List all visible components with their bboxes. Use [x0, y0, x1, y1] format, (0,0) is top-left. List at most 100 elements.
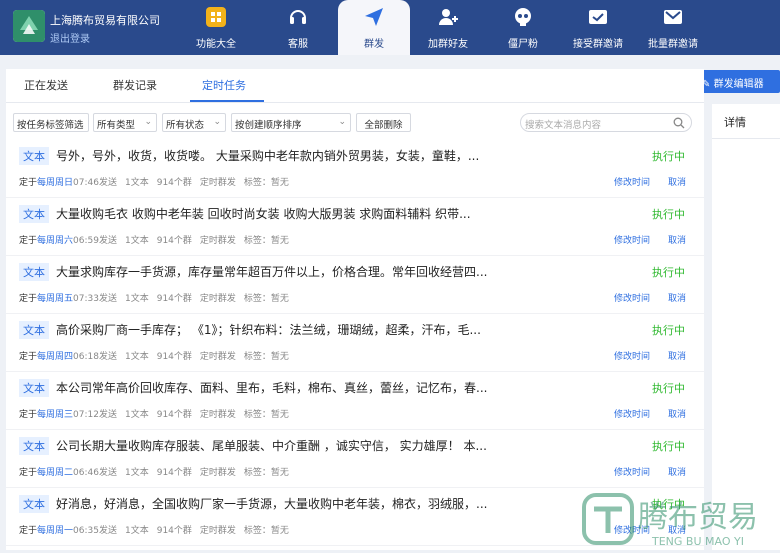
batch-invite-icon — [664, 10, 682, 24]
task-tag-label: 标签：暂无 — [243, 294, 289, 304]
tab-divider — [6, 102, 704, 103]
scheduled-prefix: 定于 — [19, 410, 38, 420]
skull-icon — [515, 8, 531, 26]
tab-records[interactable]: 群发记录 — [113, 77, 157, 93]
schedule-day: 每周周一 — [37, 526, 74, 536]
modify-time-link[interactable]: 修改时间 — [614, 349, 650, 362]
message-count: 1文本 — [124, 178, 149, 188]
cancel-link[interactable]: 取消 — [668, 349, 686, 362]
cancel-link[interactable]: 取消 — [668, 175, 686, 188]
group-count: 914个群 — [156, 236, 192, 246]
send-suffix: 发送 — [98, 352, 117, 362]
task-message-text: 公司长期大量收购库存服装、尾单服装、中介重酬 ，诚实守信， 实力雄厚！ 本... — [56, 439, 487, 453]
nav-item-broadcast[interactable]: 群发 — [338, 0, 410, 55]
scheduled-prefix: 定于 — [19, 526, 38, 536]
schedule-day: 每周周四 — [37, 352, 74, 362]
scheduled-prefix: 定于 — [19, 294, 38, 304]
delete-all-button[interactable]: 全部删除 — [356, 113, 411, 132]
send-mode: 定时群发 — [199, 178, 236, 188]
tab-sending[interactable]: 正在发送 — [24, 77, 68, 93]
search-icon — [673, 117, 685, 129]
message-type-tag: 文本 — [19, 321, 49, 339]
task-row[interactable]: 文本 大量求购库存一手货源，库存量常年超百万件以上，价格合理。常年回收经营四...… — [6, 256, 704, 314]
watermark-en: TENG BU MAO YI — [651, 535, 744, 548]
task-row[interactable]: 文本 大量收购毛衣 收购中老年装 回收时尚女装 收购大版男装 求购面料辅料 织带.… — [6, 198, 704, 256]
detail-divider — [712, 138, 780, 139]
cancel-link[interactable]: 取消 — [668, 291, 686, 304]
message-type-tag: 文本 — [19, 379, 49, 397]
task-meta: 定于每周周四06:18发送 1文本 914个群 定时群发 标签：暂无 — [19, 349, 289, 362]
message-count: 1文本 — [124, 352, 149, 362]
schedule-day: 每周周三 — [37, 410, 74, 420]
send-suffix: 发送 — [98, 468, 117, 478]
schedule-time: 07:33 — [73, 294, 99, 304]
chevron-down-icon: ⌄ — [213, 117, 221, 127]
group-count: 914个群 — [156, 178, 192, 188]
watermark-logo: 腾布贸易 TENG BU MAO YI — [580, 493, 780, 550]
sort-select[interactable]: 按创建顺序排序 ⌄ — [231, 113, 351, 132]
message-count: 1文本 — [124, 294, 149, 304]
tab-scheduled[interactable]: 定时任务 — [202, 77, 246, 93]
company-logo — [13, 10, 45, 42]
group-count: 914个群 — [156, 410, 192, 420]
nav-item-add-friends[interactable]: 加群好友 — [418, 0, 478, 55]
schedule-day: 每周周六 — [37, 236, 74, 246]
message-type-tag: 文本 — [19, 495, 49, 513]
send-suffix: 发送 — [98, 294, 117, 304]
modify-time-link[interactable]: 修改时间 — [614, 407, 650, 420]
task-row[interactable]: 文本 公司长期大量收购库存服装、尾单服装、中介重酬 ，诚实守信， 实力雄厚！ 本.… — [6, 430, 704, 488]
task-status: 执行中 — [652, 208, 685, 221]
nav-item-zombie-fans[interactable]: 僵尸粉 — [498, 0, 548, 55]
task-meta: 定于每周周二06:46发送 1文本 914个群 定时群发 标签：暂无 — [19, 465, 289, 478]
scheduled-prefix: 定于 — [19, 352, 38, 362]
message-type-tag: 文本 — [19, 147, 49, 165]
type-filter-select[interactable]: 所有类型 ⌄ — [93, 113, 157, 132]
nav-item-accept-invite[interactable]: 接受群邀请 — [566, 0, 630, 55]
modify-time-link[interactable]: 修改时间 — [614, 291, 650, 304]
nav-item-batch-invite[interactable]: 批量群邀请 — [640, 0, 706, 55]
search-input[interactable]: 搜索文本消息内容 — [520, 113, 692, 132]
modify-time-link[interactable]: 修改时间 — [614, 175, 650, 188]
nav-item-service[interactable]: 客服 — [266, 0, 330, 55]
cancel-link[interactable]: 取消 — [668, 407, 686, 420]
nav-item-features[interactable]: 功能大全 — [180, 0, 252, 55]
status-filter-select[interactable]: 所有状态 ⌄ — [162, 113, 226, 132]
task-message-text: 大量求购库存一手货源，库存量常年超百万件以上，价格合理。常年回收经营四... — [56, 265, 488, 279]
schedule-day: 每周周日 — [37, 178, 74, 188]
task-row[interactable]: 文本 本公司常年高价回收库存、面料、里布，毛料，棉布、真丝，蕾丝，记忆布，春...… — [6, 372, 704, 430]
send-icon — [365, 8, 383, 26]
nav-label: 加群好友 — [428, 39, 468, 50]
add-user-icon — [439, 9, 458, 25]
tag-filter-select[interactable]: 按任务标签筛选 — [13, 113, 89, 132]
schedule-time: 06:46 — [73, 468, 99, 478]
message-count: 1文本 — [124, 410, 149, 420]
task-row[interactable]: 文本 号外，号外，收货，收货喽。 大量采购中老年款内销外贸男装，女装，童鞋，...… — [6, 140, 704, 198]
scheduled-prefix: 定于 — [19, 178, 38, 188]
task-tag-label: 标签：暂无 — [243, 526, 289, 536]
scheduled-prefix: 定于 — [19, 236, 38, 246]
message-count: 1文本 — [124, 468, 149, 478]
nav-label: 客服 — [288, 39, 308, 50]
cancel-link[interactable]: 取消 — [668, 233, 686, 246]
schedule-time: 06:35 — [73, 526, 99, 536]
modify-time-link[interactable]: 修改时间 — [614, 233, 650, 246]
task-status: 执行中 — [652, 440, 685, 453]
group-count: 914个群 — [156, 294, 192, 304]
nav-label: 功能大全 — [196, 39, 236, 50]
modify-time-link[interactable]: 修改时间 — [614, 465, 650, 478]
task-message-text: 高价采购厂商一手库存； 《1》；针织布料：法兰绒，珊瑚绒，超柔，汗布，毛... — [56, 323, 481, 337]
task-message-text: 本公司常年高价回收库存、面料、里布，毛料，棉布、真丝，蕾丝，记忆布，春... — [56, 381, 488, 395]
task-status: 执行中 — [652, 266, 685, 279]
headset-icon — [290, 10, 306, 24]
send-suffix: 发送 — [98, 410, 117, 420]
task-message-text: 好消息，好消息，全国收购厂家一手货源，大量收购中老年装，棉衣，羽绒服，... — [56, 497, 488, 511]
send-mode: 定时群发 — [199, 236, 236, 246]
cancel-link[interactable]: 取消 — [668, 465, 686, 478]
watermark-cn: 腾布贸易 — [638, 500, 758, 535]
task-row[interactable]: 文本 高价采购厂商一手库存； 《1》；针织布料：法兰绒，珊瑚绒，超柔，汗布，毛..… — [6, 314, 704, 372]
logout-link[interactable]: 退出登录 — [50, 30, 90, 45]
message-type-tag: 文本 — [19, 205, 49, 223]
send-suffix: 发送 — [98, 236, 117, 246]
nav-label: 接受群邀请 — [573, 39, 623, 50]
broadcast-editor-button[interactable]: ✎ 群发编辑器 — [692, 70, 780, 93]
